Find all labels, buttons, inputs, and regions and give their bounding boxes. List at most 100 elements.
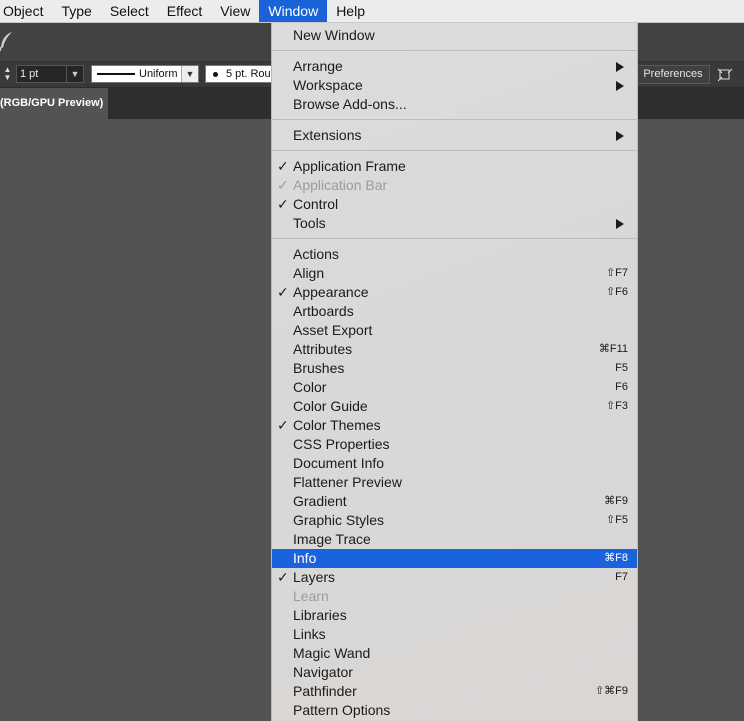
menu-item-color-themes[interactable]: ✓ Color Themes [272, 416, 637, 435]
menu-item-libraries[interactable]: Libraries [272, 606, 637, 625]
menu-item-arrange[interactable]: Arrange [272, 57, 637, 76]
menu-item-application-frame[interactable]: ✓ Application Frame [272, 157, 637, 176]
menu-item-color[interactable]: Color F6 [272, 378, 637, 397]
menu-item-label: Align [293, 265, 325, 281]
submenu-arrow-icon [616, 62, 624, 72]
menu-item-label: CSS Properties [293, 436, 390, 452]
menu-item-label: Application Frame [293, 158, 406, 174]
menu-item-new-window[interactable]: New Window [272, 26, 637, 45]
menu-item-label: Libraries [293, 607, 347, 623]
feather-icon [0, 32, 12, 51]
menu-item-actions[interactable]: Actions [272, 245, 637, 264]
menu-item-label: Document Info [293, 455, 385, 471]
menu-item-pattern-options[interactable]: Pattern Options [272, 701, 637, 720]
menu-item-label: Workspace [293, 77, 363, 93]
menu-item-label: Magic Wand [293, 645, 371, 661]
menu-item-label: Flattener Preview [293, 474, 402, 490]
menu-item-css-properties[interactable]: CSS Properties [272, 435, 637, 454]
menu-item-label: Learn [293, 588, 329, 604]
menu-item-learn: Learn [272, 587, 637, 606]
menu-item-shortcut: ⌘F9 [604, 495, 628, 507]
menu-item-asset-export[interactable]: Asset Export [272, 321, 637, 340]
menu-item-label: Info [293, 550, 317, 566]
menu-item-browse-add-ons[interactable]: Browse Add-ons... [272, 95, 637, 114]
menu-item-brushes[interactable]: Brushes F5 [272, 359, 637, 378]
stroke-weight-value: 1 pt [20, 68, 39, 80]
menu-item-label: Actions [293, 246, 339, 262]
menu-item-extensions[interactable]: Extensions [272, 126, 637, 145]
checkmark-icon: ✓ [277, 284, 289, 300]
brush-dot-icon [213, 71, 218, 77]
menu-item-shortcut: ⇧F3 [605, 400, 628, 412]
stroke-profile-dropdown[interactable]: Uniform ▼ [91, 65, 199, 83]
menu-item-shortcut: ⌘F11 [598, 343, 628, 355]
menu-type[interactable]: Type [52, 0, 100, 22]
menu-item-links[interactable]: Links [272, 625, 637, 644]
menu-item-control[interactable]: ✓ Control [272, 195, 637, 214]
menu-item-label: Artboards [293, 303, 354, 319]
submenu-arrow-icon [616, 81, 624, 91]
menu-item-label: New Window [293, 27, 375, 43]
checkmark-icon: ✓ [277, 417, 289, 433]
menu-effect[interactable]: Effect [158, 0, 212, 22]
menu-item-label: Image Trace [293, 531, 371, 547]
brush-dropdown[interactable]: 5 pt. Round [205, 65, 275, 83]
menu-item-tools[interactable]: Tools [272, 214, 637, 233]
document-tab[interactable]: (RGB/GPU Preview) [0, 88, 108, 119]
menu-item-shortcut: ⌘F8 [604, 552, 628, 564]
checkmark-icon: ✓ [277, 196, 289, 212]
menu-item-layers[interactable]: ✓ Layers F7 [272, 568, 637, 587]
menu-item-workspace[interactable]: Workspace [272, 76, 637, 95]
menu-separator [272, 50, 637, 51]
menu-item-label: Attributes [293, 341, 353, 357]
menu-window[interactable]: Window [259, 0, 328, 22]
menu-item-shortcut: ⇧F6 [605, 286, 628, 298]
menu-item-attributes[interactable]: Attributes ⌘F11 [272, 340, 637, 359]
menu-item-shortcut: ⇧F5 [605, 514, 628, 526]
menu-object[interactable]: Object [0, 0, 52, 22]
menu-item-label: Brushes [293, 360, 345, 376]
menu-separator [272, 150, 637, 151]
menu-select[interactable]: Select [101, 0, 158, 22]
menu-item-shortcut: F7 [615, 571, 628, 583]
menu-item-label: Pathfinder [293, 683, 357, 699]
menu-item-navigator[interactable]: Navigator [272, 663, 637, 682]
menu-item-appearance[interactable]: ✓ Appearance ⇧F6 [272, 283, 637, 302]
menu-item-gradient[interactable]: Gradient ⌘F9 [272, 492, 637, 511]
chevron-down-icon[interactable]: ▼ [181, 66, 198, 82]
menu-item-label: Tools [293, 215, 326, 231]
menu-item-shortcut: ⇧F7 [605, 267, 628, 279]
menu-view[interactable]: View [211, 0, 259, 22]
menu-item-label: Navigator [293, 664, 353, 680]
menu-item-magic-wand[interactable]: Magic Wand [272, 644, 637, 663]
transform-icon[interactable] [716, 67, 734, 83]
menu-item-label: Gradient [293, 493, 347, 509]
menu-item-align[interactable]: Align ⇧F7 [272, 264, 637, 283]
stroke-weight-stepper[interactable]: ▲ ▼ [0, 66, 15, 84]
submenu-arrow-icon [616, 219, 624, 229]
menu-item-info[interactable]: Info ⌘F8 [272, 549, 637, 568]
chevron-down-icon[interactable]: ▼ [66, 66, 83, 82]
menu-help[interactable]: Help [327, 0, 374, 22]
menu-item-label: Extensions [293, 127, 362, 143]
menu-item-document-info[interactable]: Document Info [272, 454, 637, 473]
checkmark-icon: ✓ [277, 177, 289, 193]
menu-item-graphic-styles[interactable]: Graphic Styles ⇧F5 [272, 511, 637, 530]
preferences-button[interactable]: Preferences [636, 65, 710, 84]
menu-separator [272, 119, 637, 120]
menu-item-flattener-preview[interactable]: Flattener Preview [272, 473, 637, 492]
menu-item-label: Color [293, 379, 327, 395]
menu-item-label: Links [293, 626, 326, 642]
menu-item-label: Asset Export [293, 322, 373, 338]
menu-item-artboards[interactable]: Artboards [272, 302, 637, 321]
menu-item-image-trace[interactable]: Image Trace [272, 530, 637, 549]
stroke-line-preview [97, 73, 135, 75]
menu-item-label: Arrange [293, 58, 343, 74]
window-menu: New Window Arrange Workspace Browse Add-ons… [271, 23, 638, 721]
menu-item-shortcut: F6 [615, 381, 628, 393]
menu-item-label: Browse Add-ons... [293, 96, 407, 112]
stroke-weight-field[interactable]: 1 pt ▼ [16, 65, 84, 83]
menu-item-color-guide[interactable]: Color Guide ⇧F3 [272, 397, 637, 416]
menu-item-pathfinder[interactable]: Pathfinder ⇧⌘F9 [272, 682, 637, 701]
menu-item-shortcut: F5 [615, 362, 628, 374]
